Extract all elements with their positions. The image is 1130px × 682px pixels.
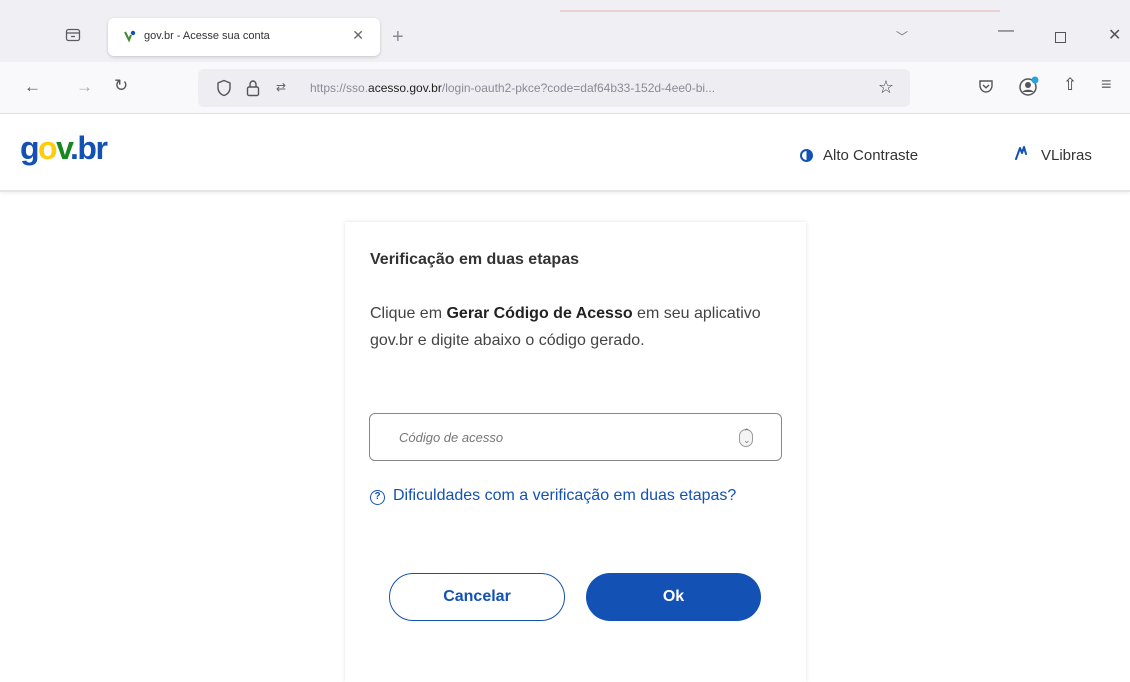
vlibras-button[interactable]: VLibras — [1013, 144, 1092, 166]
pocket-icon[interactable] — [978, 78, 994, 94]
shield-icon[interactable] — [216, 79, 232, 97]
minimize-icon[interactable]: — — [998, 22, 1014, 40]
question-circle-icon: ? — [370, 490, 385, 505]
new-tab-icon[interactable]: + — [392, 26, 404, 49]
lock-icon[interactable] — [246, 79, 260, 97]
ok-button[interactable]: Ok — [586, 573, 761, 621]
tab-bar: gov.br - Acesse sua conta ✕ + ﹀ — ✕ — [0, 12, 1130, 62]
number-stepper-icon[interactable] — [739, 427, 753, 447]
close-tab-icon[interactable]: ✕ — [352, 27, 364, 44]
address-bar[interactable]: ⇄ https://sso.acesso.gov.br/login-oauth2… — [198, 69, 910, 107]
tab-list-icon[interactable] — [62, 27, 84, 47]
high-contrast-label: Alto Contraste — [823, 146, 919, 164]
govbr-logo[interactable]: gov.br — [20, 130, 108, 167]
account-icon[interactable] — [1018, 75, 1040, 97]
close-window-icon[interactable]: ✕ — [1108, 25, 1121, 45]
high-contrast-button[interactable]: Alto Contraste — [800, 144, 918, 166]
url-text: https://sso.acesso.gov.br/login-oauth2-p… — [310, 81, 716, 95]
site-header: gov.br Alto Contraste VLibras — [0, 114, 1130, 192]
menu-icon[interactable]: ≡ — [1101, 74, 1112, 95]
maximize-icon[interactable] — [1055, 32, 1066, 43]
star-icon[interactable]: ☆ — [878, 77, 894, 98]
access-code-field[interactable] — [369, 413, 782, 461]
navigation-bar: ← → ↻ ⇄ https://sso.acesso.gov.br/login-… — [0, 62, 1130, 114]
window-top-edge — [0, 0, 1130, 12]
cancel-button[interactable]: Cancelar — [389, 573, 565, 621]
active-tab[interactable]: gov.br - Acesse sua conta ✕ — [108, 18, 380, 56]
vlibras-label: VLibras — [1041, 146, 1092, 164]
tab-title: gov.br - Acesse sua conta — [144, 30, 270, 42]
back-icon[interactable]: ← — [24, 77, 41, 97]
sign-language-icon — [1013, 144, 1029, 167]
page-title: Verificação em duas etapas — [370, 251, 579, 268]
access-code-input[interactable] — [370, 414, 781, 460]
tab-overflow-icon[interactable]: ﹀ — [896, 28, 908, 45]
reload-icon[interactable]: ↻ — [114, 76, 128, 96]
two-step-verification-card: Verificação em duas etapas Clique em Ger… — [345, 222, 806, 682]
permissions-icon[interactable]: ⇄ — [276, 80, 286, 94]
gov-favicon-icon — [122, 29, 138, 45]
extensions-icon[interactable]: ⇧ — [1063, 75, 1077, 95]
contrast-icon — [800, 148, 813, 162]
forward-icon[interactable]: → — [76, 77, 93, 97]
help-link[interactable]: ? Dificuldades com a verificação em duas … — [370, 482, 790, 510]
instruction-text: Clique em Gerar Código de Acesso em seu … — [370, 305, 761, 349]
